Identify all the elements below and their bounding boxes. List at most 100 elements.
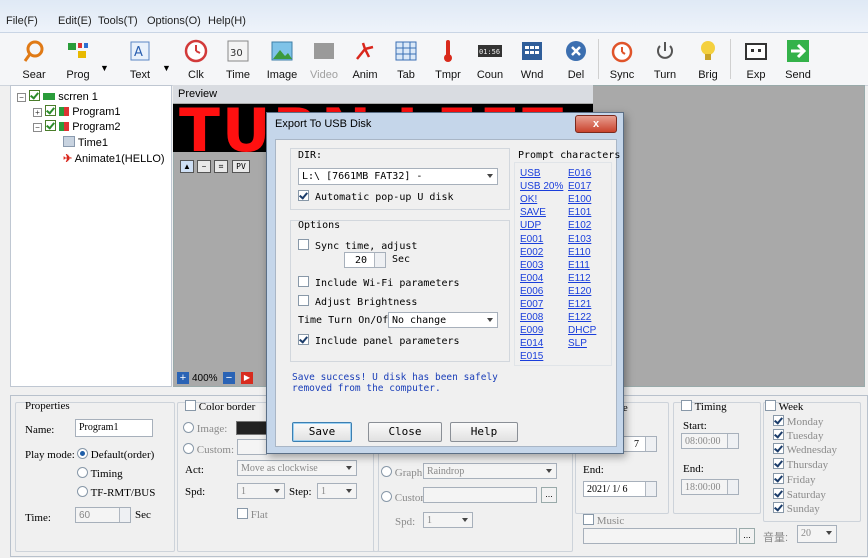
music-checkbox[interactable]: Music bbox=[583, 514, 624, 527]
turn-button[interactable]: Turn bbox=[645, 35, 685, 83]
collapse-icon[interactable]: − bbox=[17, 93, 26, 102]
speed-select[interactable]: 1 bbox=[237, 483, 285, 499]
program1-checkbox[interactable] bbox=[45, 105, 57, 116]
step-select[interactable]: 1 bbox=[317, 483, 357, 499]
prompt-char-link[interactable]: E122 bbox=[568, 312, 591, 323]
prompt-char-link[interactable]: E008 bbox=[520, 312, 543, 323]
animation-button[interactable]: Anim bbox=[345, 35, 385, 83]
save-button[interactable]: Save bbox=[292, 422, 352, 442]
send-button[interactable]: Send bbox=[778, 35, 818, 83]
tuesday-checkbox[interactable]: Tuesday bbox=[773, 429, 823, 442]
tree-node-program1[interactable]: + Program1 bbox=[33, 105, 120, 118]
auto-popup-checkbox[interactable]: Automatic pop-up U disk bbox=[298, 190, 454, 203]
close-icon[interactable]: x bbox=[575, 115, 617, 133]
dir-select[interactable]: L:\ [7661MB FAT32] - bbox=[298, 168, 498, 185]
time-turn-select[interactable]: No change bbox=[388, 312, 498, 328]
color-border-checkbox[interactable]: Color border bbox=[185, 400, 255, 413]
prompt-char-link[interactable]: SAVE bbox=[520, 207, 546, 218]
prompt-char-link[interactable]: OK! bbox=[520, 194, 537, 205]
preview-pv-button[interactable]: PV bbox=[232, 160, 250, 173]
tree-node-time1[interactable]: Time1 bbox=[63, 136, 108, 149]
thursday-checkbox[interactable]: Thursday bbox=[773, 458, 828, 471]
prompt-char-link[interactable]: E111 bbox=[568, 260, 590, 271]
menu-options[interactable]: Options(O) bbox=[147, 15, 201, 27]
act-select[interactable]: Move as clockwise bbox=[237, 460, 357, 476]
program-name-input[interactable]: Program1 bbox=[75, 419, 153, 437]
brightness-checkbox[interactable]: Adjust Brightness bbox=[298, 295, 417, 308]
prompt-char-link[interactable]: E016 bbox=[568, 168, 591, 179]
wifi-checkbox[interactable]: Include Wi-Fi parameters bbox=[298, 276, 460, 289]
menu-file[interactable]: File(F) bbox=[6, 15, 38, 27]
wednesday-checkbox[interactable]: Wednesday bbox=[773, 443, 837, 456]
mode-timing-radio[interactable]: Timing bbox=[77, 467, 123, 480]
preview-fit-icon[interactable]: ⌗ bbox=[214, 160, 228, 173]
prompt-char-link[interactable]: SLP bbox=[568, 338, 587, 349]
menu-tools[interactable]: Tools(T) bbox=[98, 15, 138, 27]
prompt-char-link[interactable]: E103 bbox=[568, 234, 591, 245]
temperature-button[interactable]: Tmpr bbox=[428, 35, 468, 83]
menu-edit[interactable]: Edit(E) bbox=[58, 15, 92, 27]
prompt-char-link[interactable]: E015 bbox=[520, 351, 543, 362]
volume-select[interactable]: 20 bbox=[797, 525, 837, 543]
clock-button[interactable]: Clk bbox=[176, 35, 216, 83]
mode-default-radio[interactable]: Default(order) bbox=[77, 448, 154, 461]
time-input[interactable]: 60 bbox=[75, 507, 131, 523]
mode-tf-radio[interactable]: TF-RMT/BUS bbox=[77, 486, 155, 499]
friday-checkbox[interactable]: Friday bbox=[773, 473, 815, 486]
browse-button[interactable]: ... bbox=[541, 487, 557, 503]
sync-adjust-input[interactable]: 20 bbox=[344, 252, 386, 268]
music-browse-button[interactable]: ... bbox=[739, 528, 755, 544]
end-time-input[interactable]: 18:00:00 bbox=[681, 479, 739, 495]
sync-button[interactable]: Sync bbox=[602, 35, 642, 83]
tree-node-animate1[interactable]: ✈ Animate1(HELLO) bbox=[63, 152, 165, 165]
preview-stop-icon[interactable]: − bbox=[197, 160, 211, 173]
expand-icon[interactable]: + bbox=[33, 108, 42, 117]
preview-play-icon[interactable]: ▲ bbox=[180, 160, 194, 173]
prompt-char-link[interactable]: E004 bbox=[520, 273, 543, 284]
prompt-char-link[interactable]: E017 bbox=[568, 181, 591, 192]
tree-node-screen[interactable]: − scrren 1 bbox=[17, 90, 98, 103]
custom-border-input[interactable] bbox=[237, 439, 267, 455]
effect-speed-select[interactable]: 1 bbox=[423, 512, 473, 528]
prompt-char-link[interactable]: E102 bbox=[568, 220, 591, 231]
prompt-char-link[interactable]: E002 bbox=[520, 247, 543, 258]
zoom-in-icon[interactable]: + bbox=[177, 372, 189, 384]
collapse-icon[interactable]: − bbox=[33, 123, 42, 132]
time-button[interactable]: 30 Time bbox=[218, 35, 258, 83]
start-time-input[interactable]: 08:00:00 bbox=[681, 433, 739, 449]
image-button[interactable]: Image bbox=[262, 35, 302, 83]
timing-checkbox[interactable]: Timing bbox=[681, 400, 727, 413]
prompt-char-link[interactable]: E120 bbox=[568, 286, 591, 297]
prompt-char-link[interactable]: E100 bbox=[568, 194, 591, 205]
prompt-char-link[interactable]: E003 bbox=[520, 260, 543, 271]
menu-help[interactable]: Help(H) bbox=[208, 15, 246, 27]
prompt-char-link[interactable]: E014 bbox=[520, 338, 543, 349]
text-button[interactable]: A Text bbox=[120, 35, 160, 83]
prompt-char-link[interactable]: USB 20% bbox=[520, 181, 563, 192]
window-button[interactable]: Wnd bbox=[512, 35, 552, 83]
music-file-input[interactable] bbox=[583, 528, 737, 544]
screen-checkbox[interactable] bbox=[29, 90, 41, 101]
graph-radio[interactable]: Graph bbox=[381, 466, 422, 479]
delete-button[interactable]: Del bbox=[556, 35, 596, 83]
sync-time-checkbox[interactable]: Sync time, adjust bbox=[298, 239, 417, 252]
counter-button[interactable]: 01:56 Coun bbox=[470, 35, 510, 83]
prompt-char-link[interactable]: E112 bbox=[568, 273, 591, 284]
end-date-input[interactable]: 2021/ 1/ 6 bbox=[583, 481, 657, 497]
play-icon[interactable]: ▶ bbox=[241, 372, 253, 384]
search-button[interactable]: Sear bbox=[14, 35, 54, 83]
tree-node-program2[interactable]: − Program2 bbox=[33, 120, 120, 133]
help-button[interactable]: Help bbox=[450, 422, 518, 442]
table-button[interactable]: Tab bbox=[386, 35, 426, 83]
prompt-char-link[interactable]: E006 bbox=[520, 286, 543, 297]
prompt-char-link[interactable]: E001 bbox=[520, 234, 543, 245]
prompt-char-link[interactable]: USB bbox=[520, 168, 541, 179]
prompt-char-link[interactable]: E007 bbox=[520, 299, 543, 310]
flat-checkbox[interactable]: Flat bbox=[237, 508, 268, 521]
saturday-checkbox[interactable]: Saturday bbox=[773, 488, 826, 501]
program-dropdown-icon[interactable]: ▼ bbox=[100, 63, 109, 73]
prompt-char-link[interactable]: DHCP bbox=[568, 325, 596, 336]
program2-checkbox[interactable] bbox=[45, 120, 57, 131]
custom-effect-input[interactable] bbox=[423, 487, 537, 503]
prompt-char-link[interactable]: E110 bbox=[568, 247, 591, 258]
